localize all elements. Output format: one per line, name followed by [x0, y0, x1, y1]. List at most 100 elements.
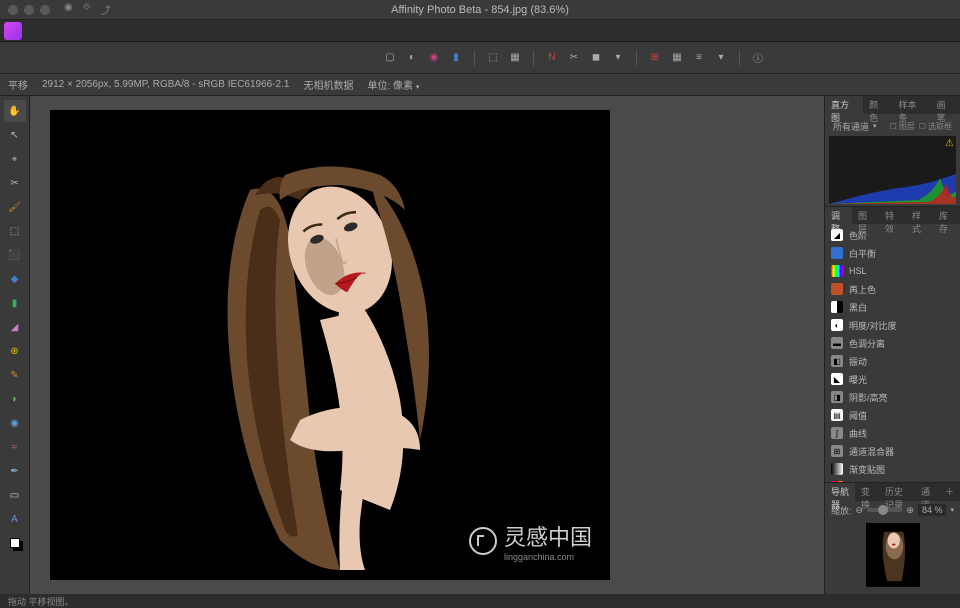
text-tool[interactable]: A	[4, 508, 26, 530]
clone-tool[interactable]: ⊕	[4, 340, 26, 362]
app-logo[interactable]	[4, 22, 22, 40]
tab-transform[interactable]: 变换	[855, 483, 879, 501]
tab-layers[interactable]: 图层	[852, 207, 879, 224]
color-picker-tool[interactable]: ⌖	[4, 148, 26, 170]
adjustment-item[interactable]: 黑白	[825, 298, 960, 316]
adjustment-icon: ◨	[831, 391, 843, 403]
align-icon[interactable]: ≡	[689, 48, 709, 68]
navigator-preview[interactable]	[825, 519, 960, 591]
refine-icon[interactable]: ✂	[564, 48, 584, 68]
liquify-tool[interactable]: ≈	[4, 436, 26, 458]
unit-select[interactable]: 像素	[393, 81, 413, 92]
adjustment-item[interactable]: 再上色	[825, 280, 960, 298]
chevron-down-icon[interactable]: ▾	[608, 48, 628, 68]
shape-tool[interactable]: ▭	[4, 484, 26, 506]
channel-select[interactable]: 所有通道	[833, 120, 869, 133]
adjustment-label: 黑白	[849, 301, 867, 314]
gradient-tool[interactable]: ▮	[4, 292, 26, 314]
tab-channels[interactable]: 通道	[915, 483, 939, 501]
close-window-button[interactable]	[8, 5, 18, 15]
healing-tool[interactable]: ✎	[4, 364, 26, 386]
chevron-down-icon[interactable]: ▾	[416, 84, 420, 91]
adjustment-item[interactable]: 白平衡	[825, 244, 960, 262]
watermark: 灵感中国 lingganchina.com	[468, 520, 592, 562]
eraser-tool[interactable]: ◢	[4, 316, 26, 338]
window-controls	[8, 5, 50, 15]
snap-icon[interactable]: ⊞	[645, 48, 665, 68]
pen-tool[interactable]: ✒	[4, 460, 26, 482]
tab-styles[interactable]: 样式	[906, 207, 933, 224]
adjustment-label: HSL	[849, 266, 867, 276]
camera-data: 无相机数据	[303, 77, 353, 92]
assistant-icon[interactable]: ⓘ	[748, 48, 768, 68]
zoom-value[interactable]: 84 %	[918, 504, 947, 516]
grid-icon[interactable]: ▦	[667, 48, 687, 68]
adjustment-item[interactable]: ⊞通道混合器	[825, 442, 960, 460]
move-tool[interactable]: ↖	[4, 124, 26, 146]
layer-checkbox[interactable]: ☐ 图层	[890, 121, 915, 132]
crop-tool[interactable]: ✂	[4, 172, 26, 194]
adjustment-item[interactable]: HSL	[825, 262, 960, 280]
selection-mode-icon[interactable]: ⬚	[483, 48, 503, 68]
dodge-tool[interactable]: ◗	[4, 388, 26, 410]
adjustment-item[interactable]: ◢色阶	[825, 226, 960, 244]
document-canvas: 灵感中国 lingganchina.com	[50, 110, 610, 580]
tab-color[interactable]: 颜色	[863, 96, 892, 114]
chevron-down-icon[interactable]: ▾	[873, 122, 877, 130]
tab-history[interactable]: 历史记录	[879, 483, 915, 501]
mask-icon[interactable]: ◼	[586, 48, 606, 68]
brush-tool[interactable]: 🖌	[4, 196, 26, 218]
selection-tool[interactable]: ⬚	[4, 220, 26, 242]
adjustment-icon	[831, 463, 843, 475]
link-icon[interactable]: ⟐	[83, 2, 91, 17]
warning-icon: ⚠	[945, 138, 954, 149]
crop-icon[interactable]: ▢	[380, 48, 400, 68]
tab-histogram[interactable]: 直方图	[825, 96, 863, 114]
tab-stock[interactable]: 库存	[933, 207, 960, 224]
zoom-in-icon[interactable]: ⊕	[906, 505, 914, 516]
share-icon[interactable]: ⤴	[101, 2, 111, 17]
adjustment-item[interactable]: ▬色调分离	[825, 334, 960, 352]
blur-tool[interactable]: ◉	[4, 412, 26, 434]
fill-tool[interactable]: ◆	[4, 268, 26, 290]
adjustment-item[interactable]: ◨阴影/高亮	[825, 388, 960, 406]
main-area: ✋ ↖ ⌖ ✂ 🖌 ⬚ ⬛ ◆ ▮ ◢ ⊕ ✎ ◗ ◉ ≈ ✒ ▭ A	[0, 96, 960, 594]
zoom-slider[interactable]	[867, 508, 902, 512]
adjustment-icon: ∫	[831, 427, 843, 439]
minimize-window-button[interactable]	[24, 5, 34, 15]
tab-effects[interactable]: 特效	[879, 207, 906, 224]
adjustments-list: ◢色阶白平衡 HSL 再上色黑白 ◐明度/对比度▬色调分离◧振动◣曝光◨阴影/高亮▤阈…	[825, 224, 960, 482]
levels-icon[interactable]: ▮	[446, 48, 466, 68]
adjustment-icon: ▬	[831, 337, 843, 349]
selection-add-icon[interactable]: ▦	[505, 48, 525, 68]
arrange-icon[interactable]: ▾	[711, 48, 731, 68]
persona-icon[interactable]: ◉	[64, 2, 73, 17]
add-panel-icon[interactable]: ＋	[939, 483, 960, 501]
canvas-area[interactable]: 灵感中国 lingganchina.com	[30, 96, 824, 594]
adjustment-item[interactable]: ◧振动	[825, 352, 960, 370]
histogram-display: ⚠	[829, 136, 956, 204]
tab-adjustments[interactable]: 调整	[825, 207, 852, 224]
zoom-out-icon[interactable]: ⊖	[856, 505, 864, 516]
color-icon[interactable]: ◉	[424, 48, 444, 68]
color-swatch[interactable]	[4, 532, 26, 554]
status-bar: 拖动 平移视图。	[0, 594, 960, 608]
tab-swatches[interactable]: 样本条	[893, 96, 931, 114]
zoom-menu-icon[interactable]: ▾	[950, 506, 954, 514]
pan-tool[interactable]: ✋	[4, 100, 26, 122]
flood-select-tool[interactable]: ⬛	[4, 244, 26, 266]
adjustment-item[interactable]: ▤阈值	[825, 406, 960, 424]
contrast-icon[interactable]: ◐	[402, 48, 422, 68]
portrait-image	[190, 140, 470, 580]
zoom-window-button[interactable]	[40, 5, 50, 15]
quick-mask-icon[interactable]: N	[542, 48, 562, 68]
adjustment-item[interactable]: ∫曲线	[825, 424, 960, 442]
adjustment-item[interactable]: 渐变贴图	[825, 460, 960, 478]
adjustment-item[interactable]: ◐明度/对比度	[825, 316, 960, 334]
adjustment-icon: ◣	[831, 373, 843, 385]
tab-navigator[interactable]: 导航器	[825, 483, 855, 501]
adjustment-label: 渐变贴图	[849, 463, 885, 476]
adjustment-item[interactable]: ◣曝光	[825, 370, 960, 388]
tab-brushes[interactable]: 画笔	[931, 96, 960, 114]
marquee-checkbox[interactable]: ☐ 选取框	[919, 121, 952, 132]
